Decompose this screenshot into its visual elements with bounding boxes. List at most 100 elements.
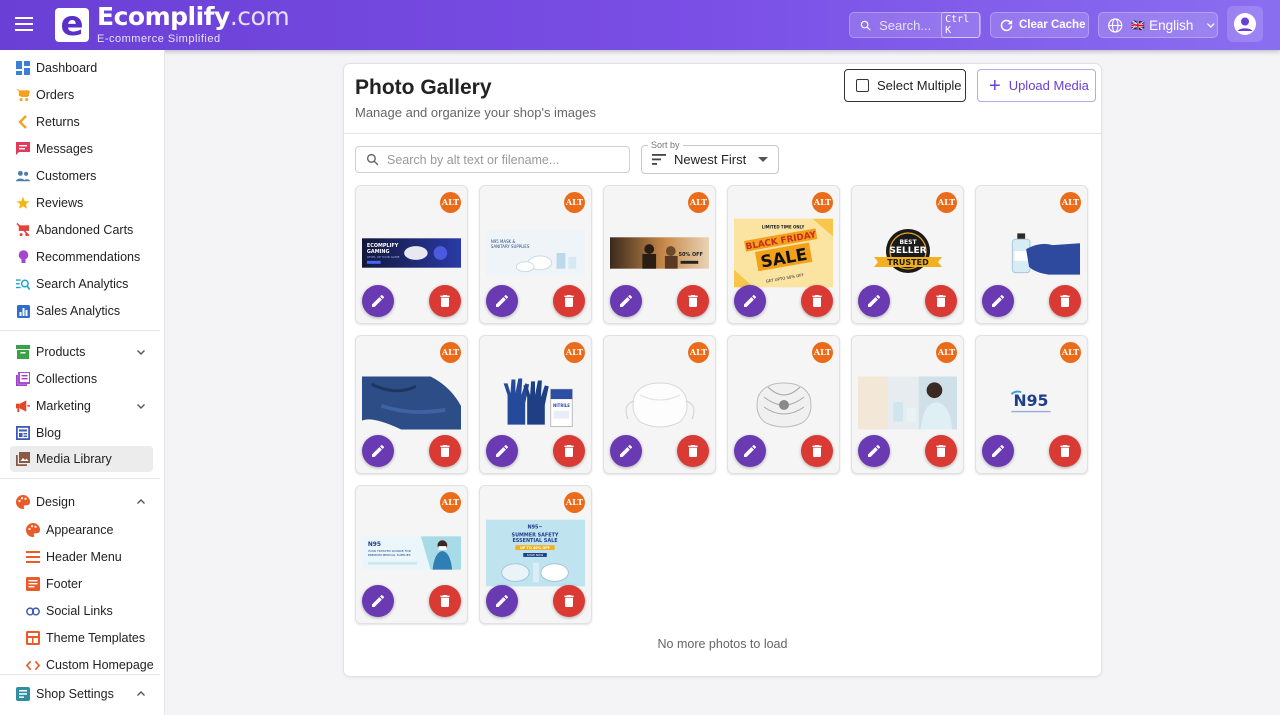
delete-photo-button[interactable] (553, 585, 585, 617)
photo-card[interactable]: ALT NITRILE (479, 335, 592, 474)
alt-text-badge[interactable]: ALT (688, 342, 709, 363)
photo-card[interactable]: ALT N95 YOUR TRUSTED SOURCE FOR PREMIUM MED… (355, 485, 468, 624)
delete-photo-button[interactable] (429, 285, 461, 317)
sidebar-item-reviews[interactable]: Reviews (10, 190, 153, 216)
sidebar-item-search-analytics[interactable]: Search Analytics (10, 271, 153, 297)
edit-photo-button[interactable] (362, 435, 394, 467)
sidebar-item-shop-settings[interactable]: Shop Settings (10, 681, 153, 707)
edit-photo-button[interactable] (610, 285, 642, 317)
sidebar-item-abandoned-carts[interactable]: Abandoned Carts (10, 217, 153, 243)
alt-text-badge[interactable]: ALT (936, 342, 957, 363)
alt-text-badge[interactable]: ALT (1060, 342, 1081, 363)
delete-photo-button[interactable] (801, 285, 833, 317)
photo-thumbnail[interactable]: 50% OFF (610, 218, 709, 288)
edit-photo-button[interactable] (486, 585, 518, 617)
photo-thumbnail[interactable]: BEST SELLER TRUSTED (858, 218, 957, 288)
photo-card[interactable]: ALT N95 (975, 335, 1088, 474)
photo-card[interactable]: ALT N95~ SUMMER SAFETY ESSENTIAL SALE UP TO … (479, 485, 592, 624)
sidebar-item-orders[interactable]: Orders (10, 82, 153, 108)
sidebar-item-theme-templates[interactable]: Theme Templates (20, 625, 160, 651)
photo-thumbnail[interactable] (982, 218, 1081, 288)
sidebar-item-customers[interactable]: Customers (10, 163, 153, 189)
photo-thumbnail[interactable]: N95 (982, 368, 1081, 438)
alt-text-badge[interactable]: ALT (564, 192, 585, 213)
edit-photo-button[interactable] (362, 285, 394, 317)
photo-card[interactable]: ALT LIMITED TIME ONLY BLACK FRIDAY SALE GET … (727, 185, 840, 324)
photo-thumbnail[interactable]: NITRILE (486, 368, 585, 438)
sidebar-item-dashboard[interactable]: Dashboard (10, 55, 153, 81)
gallery-search-input[interactable]: Search by alt text or filename... (355, 146, 630, 173)
edit-photo-button[interactable] (734, 285, 766, 317)
delete-photo-button[interactable] (925, 285, 957, 317)
sidebar-item-sales-analytics[interactable]: Sales Analytics (10, 298, 153, 324)
delete-photo-button[interactable] (553, 285, 585, 317)
photo-card[interactable]: ALT (727, 335, 840, 474)
edit-photo-button[interactable] (362, 585, 394, 617)
sidebar-item-collections[interactable]: Collections (10, 366, 153, 392)
photo-card[interactable]: ALT BEST SELLER TRUSTED (851, 185, 964, 324)
hamburger-menu-icon[interactable] (15, 17, 33, 31)
alt-text-badge[interactable]: ALT (812, 192, 833, 213)
alt-text-badge[interactable]: ALT (440, 492, 461, 513)
alt-text-badge[interactable]: ALT (1060, 192, 1081, 213)
photo-thumbnail[interactable]: N95 YOUR TRUSTED SOURCE FOR PREMIUM MEDICA… (362, 518, 461, 588)
photo-card[interactable]: ALT 50% OFF (603, 185, 716, 324)
alt-text-badge[interactable]: ALT (564, 492, 585, 513)
edit-photo-button[interactable] (858, 435, 890, 467)
account-avatar-button[interactable] (1227, 6, 1263, 42)
edit-photo-button[interactable] (734, 435, 766, 467)
photo-thumbnail[interactable]: N95 MASK & SANITARY SUPPLIES (486, 218, 585, 288)
edit-photo-button[interactable] (858, 285, 890, 317)
alt-text-badge[interactable]: ALT (688, 192, 709, 213)
edit-photo-button[interactable] (982, 435, 1014, 467)
photo-card[interactable]: ALT ECOMPLIFY GAMING LEVEL UP YOUR GAME (355, 185, 468, 324)
photo-card[interactable]: ALT (851, 335, 964, 474)
select-multiple-button[interactable]: Select Multiple (844, 69, 966, 102)
sidebar-item-footer[interactable]: Footer (20, 571, 160, 597)
alt-text-badge[interactable]: ALT (812, 342, 833, 363)
delete-photo-button[interactable] (801, 435, 833, 467)
photo-thumbnail[interactable]: LIMITED TIME ONLY BLACK FRIDAY SALE GET UPT… (734, 218, 833, 288)
sidebar-item-header-menu[interactable]: Header Menu (20, 544, 160, 570)
alt-text-badge[interactable]: ALT (936, 192, 957, 213)
sidebar-item-returns[interactable]: Returns (10, 109, 153, 135)
photo-thumbnail[interactable] (610, 368, 709, 438)
sidebar-item-media-library[interactable]: Media Library (10, 446, 153, 472)
delete-photo-button[interactable] (677, 285, 709, 317)
delete-photo-button[interactable] (677, 435, 709, 467)
delete-photo-button[interactable] (553, 435, 585, 467)
delete-photo-button[interactable] (429, 585, 461, 617)
delete-photo-button[interactable] (925, 435, 957, 467)
photo-card[interactable]: ALT (355, 335, 468, 474)
photo-thumbnail[interactable]: N95~ SUMMER SAFETY ESSENTIAL SALE UP TO 40%… (486, 518, 585, 588)
edit-photo-button[interactable] (486, 285, 518, 317)
alt-text-badge[interactable]: ALT (564, 342, 585, 363)
sidebar-item-social-links[interactable]: Social Links (20, 598, 160, 624)
photo-card[interactable]: ALT (975, 185, 1088, 324)
delete-photo-button[interactable] (429, 435, 461, 467)
sidebar-item-products[interactable]: Products (10, 339, 153, 365)
sidebar-item-recommendations[interactable]: Recommendations (10, 244, 153, 270)
sidebar-item-messages[interactable]: Messages (10, 136, 153, 162)
photo-card[interactable]: ALT N95 MASK & SANITARY SUPPLIES (479, 185, 592, 324)
photo-thumbnail[interactable] (858, 368, 957, 438)
delete-photo-button[interactable] (1049, 285, 1081, 317)
upload-media-button[interactable]: + Upload Media (977, 69, 1096, 102)
delete-photo-button[interactable] (1049, 435, 1081, 467)
edit-photo-button[interactable] (610, 435, 642, 467)
sidebar-item-design[interactable]: Design (10, 489, 153, 515)
alt-text-badge[interactable]: ALT (440, 342, 461, 363)
sidebar-item-marketing[interactable]: Marketing (10, 393, 153, 419)
edit-photo-button[interactable] (982, 285, 1014, 317)
sidebar-item-blog[interactable]: Blog (10, 420, 153, 446)
photo-thumbnail[interactable] (362, 368, 461, 438)
language-selector[interactable]: 🇬🇧 English (1098, 12, 1218, 38)
photo-thumbnail[interactable]: ECOMPLIFY GAMING LEVEL UP YOUR GAME (362, 218, 461, 288)
sidebar-item-appearance[interactable]: Appearance (20, 517, 160, 543)
alt-text-badge[interactable]: ALT (440, 192, 461, 213)
clear-cache-button[interactable]: Clear Cache (990, 12, 1089, 38)
photo-thumbnail[interactable] (734, 368, 833, 438)
photo-card[interactable]: ALT (603, 335, 716, 474)
global-search-button[interactable]: Search... Ctrl K (849, 12, 981, 38)
edit-photo-button[interactable] (486, 435, 518, 467)
